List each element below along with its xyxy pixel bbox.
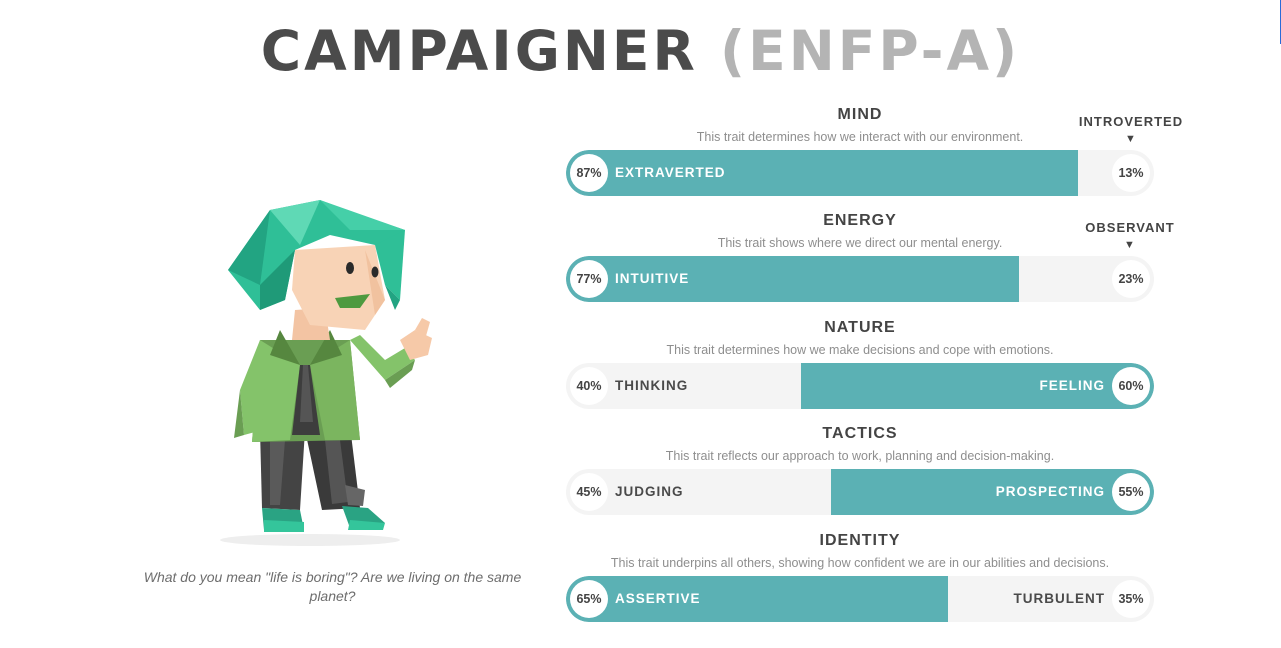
trait-title: MIND [837,106,883,123]
trait-description: This trait shows where we direct our men… [717,236,1003,250]
down-arrow-icon: ▼ [1124,239,1136,251]
left-percent: 45% [570,473,608,511]
left-label: JUDGING [615,484,684,499]
left-label: INTUITIVE [615,271,690,286]
trait-description: This trait underpins all others, showing… [610,556,1110,570]
right-percent: 23% [1112,260,1150,298]
title-type: CAMPAIGNER [260,19,698,83]
right-label: TURBULENT [1013,591,1105,606]
opposite-trait-text: OBSERVANT [1085,220,1175,235]
right-label: PROSPECTING [995,484,1105,499]
left-percent: 77% [570,260,608,298]
trait-description: This trait reflects our approach to work… [665,449,1055,463]
trait-bar: 77% INTUITIVE 23% [566,256,1154,302]
trait-description: This trait determines how we make decisi… [666,343,1054,357]
right-percent: 35% [1112,580,1150,618]
title-code: (ENFP-A) [720,19,1021,83]
trait-bar: 40% THINKING FEELING 60% [566,363,1154,409]
right-percent: 13% [1112,154,1150,192]
trait-bar: 87% EXTRAVERTED 13% [566,150,1154,196]
left-label: THINKING [615,378,689,393]
left-label: EXTRAVERTED [615,165,726,180]
trait-title: NATURE [824,319,896,336]
trait-description: This trait determines how we interact wi… [696,130,1024,144]
right-label: FEELING [1039,378,1105,393]
left-label: ASSERTIVE [615,591,701,606]
left-percent: 87% [570,154,608,192]
campaigner-illustration [220,200,432,546]
down-arrow-icon: ▼ [1125,133,1137,145]
opposite-trait-label: OBSERVANT ▼ [1070,220,1190,252]
trait-title: ENERGY [823,212,897,229]
trait-bar: 65% ASSERTIVE TURBULENT 35% [566,576,1154,622]
left-percent: 65% [570,580,608,618]
character-quote: What do you mean "life is boring"? Are w… [143,569,522,604]
opposite-trait-text: INTROVERTED [1078,114,1184,129]
right-percent: 55% [1112,473,1150,511]
left-percent: 40% [570,367,608,405]
trait-title: IDENTITY [819,532,901,549]
opposite-trait-label: INTROVERTED ▼ [1071,114,1191,146]
page-title: CAMPAIGNER (ENFP-A) [0,18,1281,84]
right-percent: 60% [1112,367,1150,405]
trait-bar-fill [830,469,1154,515]
trait-title: TACTICS [822,425,898,442]
trait-bar: 45% JUDGING PROSPECTING 55% [566,469,1154,515]
